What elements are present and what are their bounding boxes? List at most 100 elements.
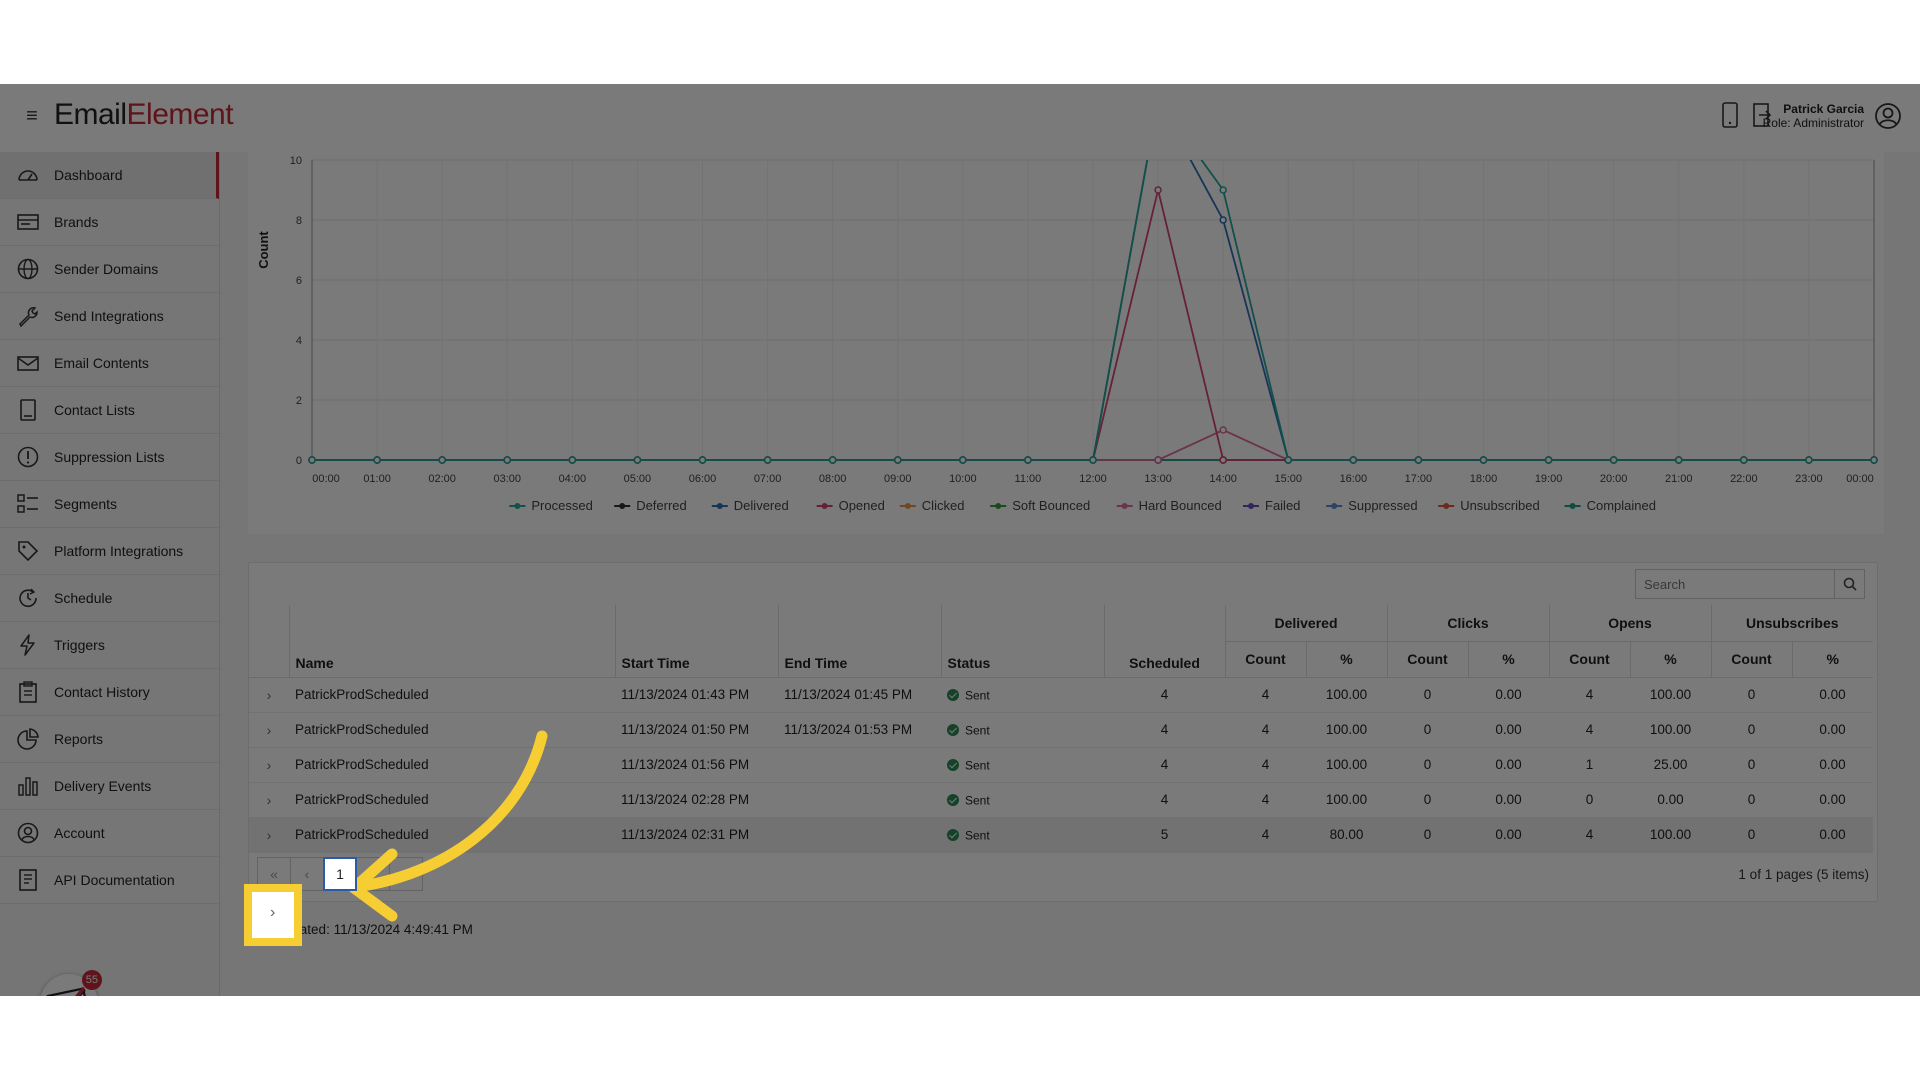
cell-clk-count: 0 [1387,782,1468,818]
column-header-delivered-percent[interactable]: % [1305,641,1387,678]
y-tick-label: 10 [290,155,302,167]
column-header-delivered-count[interactable]: Count [1224,641,1306,678]
data-point [308,456,316,464]
hamburger-menu-icon[interactable]: ≡ [22,106,42,126]
sidebar-item-triggers[interactable]: Triggers [0,622,219,669]
sidebar-item-dashboard[interactable]: Dashboard [0,152,219,199]
x-tick-label: 03:00 [493,473,521,485]
table-row[interactable]: › PatrickProdScheduled 11/13/2024 01:56 PM… [249,747,1873,783]
table-row[interactable]: › PatrickProdScheduled 11/13/2024 02:28 PM… [249,782,1873,818]
legend-swatch-dot [821,503,828,509]
document-icon [19,869,37,891]
sidebar-item-label: Sender Domains [54,261,159,277]
pager-last-button[interactable]: » [389,857,423,891]
expand-row-chevron-right-icon[interactable]: › [249,747,289,783]
data-point [1219,426,1227,434]
status-text: Sent [965,828,990,843]
legend-swatch-dot [995,503,1002,509]
group-header-unsubscribes: Unsubscribes [1710,605,1873,642]
column-header-unsubscribes-percent[interactable]: % [1791,641,1873,678]
cell-name: PatrickProdScheduled [289,677,615,713]
cell-name: PatrickProdScheduled [289,712,615,748]
top-bar: ≡ EmailElement Patrick Garcia Role: Admi… [0,84,1920,152]
data-point [959,456,967,464]
sidebar-item-platform-integrations[interactable]: Platform Integrations [0,528,219,575]
data-point [1349,456,1358,464]
mobile-device-icon[interactable] [1716,102,1744,130]
cell-uns-pct: 0.00 [1792,782,1873,818]
sidebar-item-delivery-events[interactable]: Delivery Events [0,763,219,810]
cell-scheduled: 4 [1104,747,1225,783]
data-point [1805,456,1813,464]
user-avatar-icon[interactable] [1874,102,1902,130]
sidebar-item-contact-lists[interactable]: Contact Lists [0,387,219,434]
data-point [698,456,707,464]
cell-start: 11/13/2024 01:50 PM [615,712,778,748]
x-tick-label: 11:00 [1015,473,1042,485]
sidebar-item-reports[interactable]: Reports [0,716,219,763]
search-icon[interactable] [1834,570,1864,598]
column-header-start-time[interactable]: Start Time [614,605,778,678]
globe-icon [17,258,39,280]
cell-name: PatrickProdScheduled [289,747,615,783]
data-point [1675,456,1683,464]
table-row[interactable]: › PatrickProdScheduled 11/13/2024 01:50 PM… [249,712,1873,748]
sidebar-item-sender-domains[interactable]: Sender Domains [0,246,219,293]
delivery-chart-panel: 0 2 4 6 8 10 00:00 01:00 02:00 03:00 04:00 05:00 06:… [248,152,1884,534]
pie-chart-icon [17,728,39,750]
highlighted-expand-button[interactable]: › [244,884,302,946]
cell-del-count: 4 [1225,782,1306,818]
column-header-end-time[interactable]: End Time [777,605,941,678]
table-row[interactable]: › PatrickProdScheduled 11/13/2024 02:31 PM… [249,817,1873,853]
sidebar-item-suppression-lists[interactable]: Suppression Lists [0,434,219,481]
cell-opn-pct: 0.00 [1630,782,1711,818]
x-tick-label: 20:00 [1600,473,1628,485]
status-cell: Sent [941,782,1104,818]
legend-swatch-dot [716,503,723,509]
cell-clk-pct: 0.00 [1468,677,1549,713]
data-point [1284,456,1292,464]
column-header-clicks-percent[interactable]: % [1467,641,1549,678]
sidebar-item-schedule[interactable]: Schedule [0,575,219,622]
cell-end [778,747,941,783]
sidebar-item-api-documentation[interactable]: API Documentation [0,857,219,904]
cell-clk-pct: 0.00 [1468,712,1549,748]
column-header-clicks-count[interactable]: Count [1386,641,1468,678]
sidebar-item-account[interactable]: Account [0,810,219,857]
cell-del-pct: 100.00 [1306,747,1387,783]
cell-clk-pct: 0.00 [1468,782,1549,818]
legend-entry: Failed [1265,498,1300,513]
data-point [1414,456,1423,464]
legend-entry: Soft Bounced [1012,498,1090,513]
expand-row-chevron-right-icon[interactable]: › [249,782,289,818]
sidebar-item-segments[interactable]: Segments [0,481,219,528]
sidebar-item-email-contents[interactable]: Email Contents [0,340,219,387]
data-point [633,456,642,464]
x-tick-label: 13:00 [1144,473,1172,485]
data-point [1154,186,1162,194]
cell-uns-count: 0 [1711,747,1792,783]
pager-page-button[interactable]: 1 [323,857,357,891]
pager-info: 1 of 1 pages (5 items) [1738,867,1869,882]
column-header-name[interactable]: Name [288,605,615,678]
sidebar-item-label: Send Integrations [54,308,164,324]
user-info[interactable]: Patrick Garcia Role: Administrator [1763,102,1864,130]
sidebar-item-label: Account [54,825,105,841]
expand-row-chevron-right-icon[interactable]: › [249,817,289,853]
expand-row-chevron-right-icon[interactable]: › [249,712,289,748]
app-logo[interactable]: EmailElement [54,98,234,132]
sidebar-item-contact-history[interactable]: Contact History [0,669,219,716]
notification-button[interactable]: 55 [40,970,102,996]
table-row[interactable]: › PatrickProdScheduled 11/13/2024 01:43 PM… [249,677,1873,713]
sidebar-item-send-integrations[interactable]: Send Integrations [0,293,219,340]
sidebar-item-brands[interactable]: Brands [0,199,219,246]
search-input[interactable] [1636,570,1834,598]
column-header-opens-count[interactable]: Count [1548,641,1630,678]
pager-next-button[interactable]: › [356,857,390,891]
column-header-status[interactable]: Status [940,605,1104,678]
column-header-opens-percent[interactable]: % [1629,641,1711,678]
column-header-scheduled[interactable]: Scheduled [1103,605,1225,678]
status-cell: Sent [941,747,1104,783]
expand-row-chevron-right-icon[interactable]: › [249,677,289,713]
column-header-unsubscribes-count[interactable]: Count [1710,641,1792,678]
